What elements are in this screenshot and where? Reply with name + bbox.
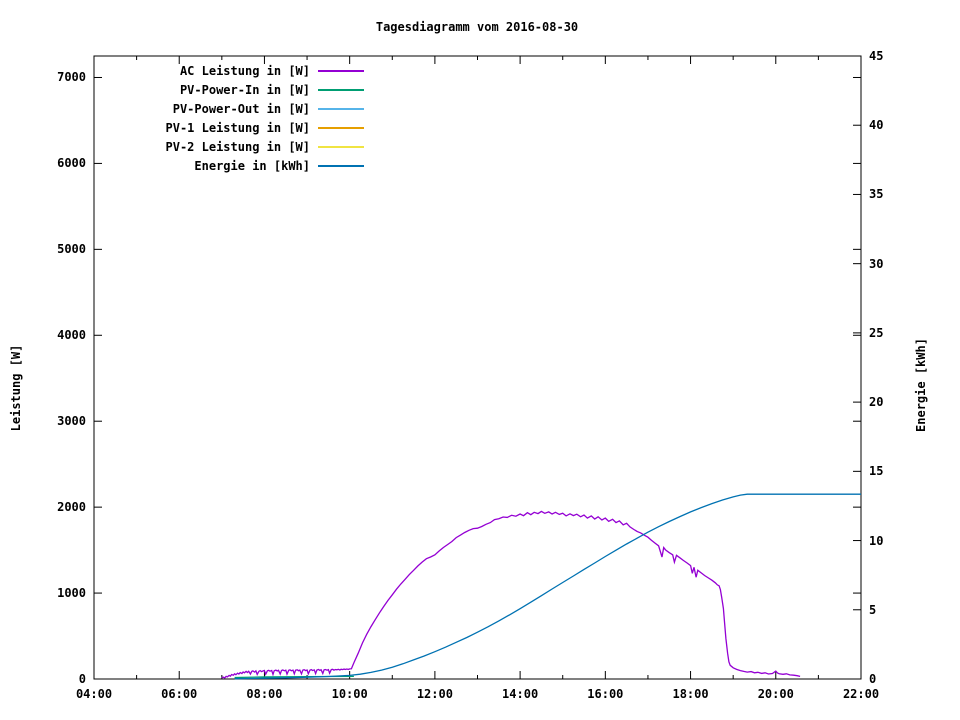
- y1-tick-label: 5000: [57, 242, 86, 257]
- legend-item-energie: Energie in [kWh]: [94, 158, 364, 174]
- legend-item-ac-leistung: AC Leistung in [W]: [94, 63, 364, 79]
- legend-label: Energie in [kWh]: [194, 159, 310, 173]
- y2-tick-label: 5: [869, 602, 877, 617]
- x-tick-label: 04:00: [75, 687, 113, 701]
- series-ac-leistung-line: [221, 510, 801, 679]
- y1-tick-label: 2000: [57, 500, 86, 515]
- legend-item-pv-power-out: PV-Power-Out in [W]: [94, 101, 364, 117]
- series-energie-line: [234, 493, 861, 680]
- x-tick-label: 12:00: [416, 687, 453, 701]
- y1-tick-label: 4000: [57, 328, 86, 343]
- y2-tick-label: 35: [869, 187, 884, 202]
- y2-tick-label: 10: [869, 533, 884, 548]
- y1-tick-label: 1000: [57, 586, 86, 601]
- legend-item-pv-power-in: PV-Power-In in [W]: [94, 82, 364, 98]
- x-tick-label: 08:00: [246, 687, 283, 701]
- legend-label: PV-2 Leistung in [W]: [165, 140, 311, 154]
- legend-item-pv1-leistung: PV-1 Leistung in [W]: [94, 120, 364, 136]
- figure: Tagesdiagramm vom 2016-08-30 Leistung [W…: [0, 0, 960, 720]
- legend-line-sample: [318, 146, 364, 148]
- legend-label: PV-Power-In in [W]: [179, 83, 310, 97]
- y1-tick-label: 7000: [57, 70, 86, 85]
- legend-label: PV-Power-Out in [W]: [172, 102, 310, 116]
- y2-tick-label: 0: [869, 672, 877, 686]
- y1-tick-label: 3000: [57, 414, 86, 429]
- x-tick-label: 06:00: [161, 687, 198, 701]
- legend-line-sample: [318, 127, 364, 129]
- y2-tick-label: 25: [869, 325, 884, 340]
- y2-tick-label: 45: [869, 49, 884, 63]
- y1-tick-label: 0: [78, 672, 86, 686]
- x-tick-label: 22:00: [842, 687, 880, 701]
- y2-tick-label: 30: [869, 256, 884, 271]
- x-tick-label: 14:00: [502, 687, 539, 701]
- y2-tick-label: 20: [869, 395, 884, 410]
- x-tick-label: 16:00: [587, 687, 624, 701]
- legend-item-pv2-leistung: PV-2 Leistung in [W]: [94, 139, 364, 155]
- legend-line-sample: [318, 165, 364, 167]
- x-tick-label: 18:00: [672, 687, 709, 701]
- x-tick-label: 20:00: [757, 687, 794, 701]
- x-tick-label: 10:00: [331, 687, 368, 701]
- legend-line-sample: [318, 89, 364, 91]
- legend-label: AC Leistung in [W]: [179, 64, 310, 78]
- y2-tick-label: 15: [869, 464, 884, 479]
- y2-tick-label: 40: [869, 118, 884, 133]
- legend-line-sample: [318, 70, 364, 72]
- y1-tick-label: 6000: [57, 156, 86, 171]
- legend-line-sample: [318, 108, 364, 110]
- legend-label: PV-1 Leistung in [W]: [165, 121, 311, 135]
